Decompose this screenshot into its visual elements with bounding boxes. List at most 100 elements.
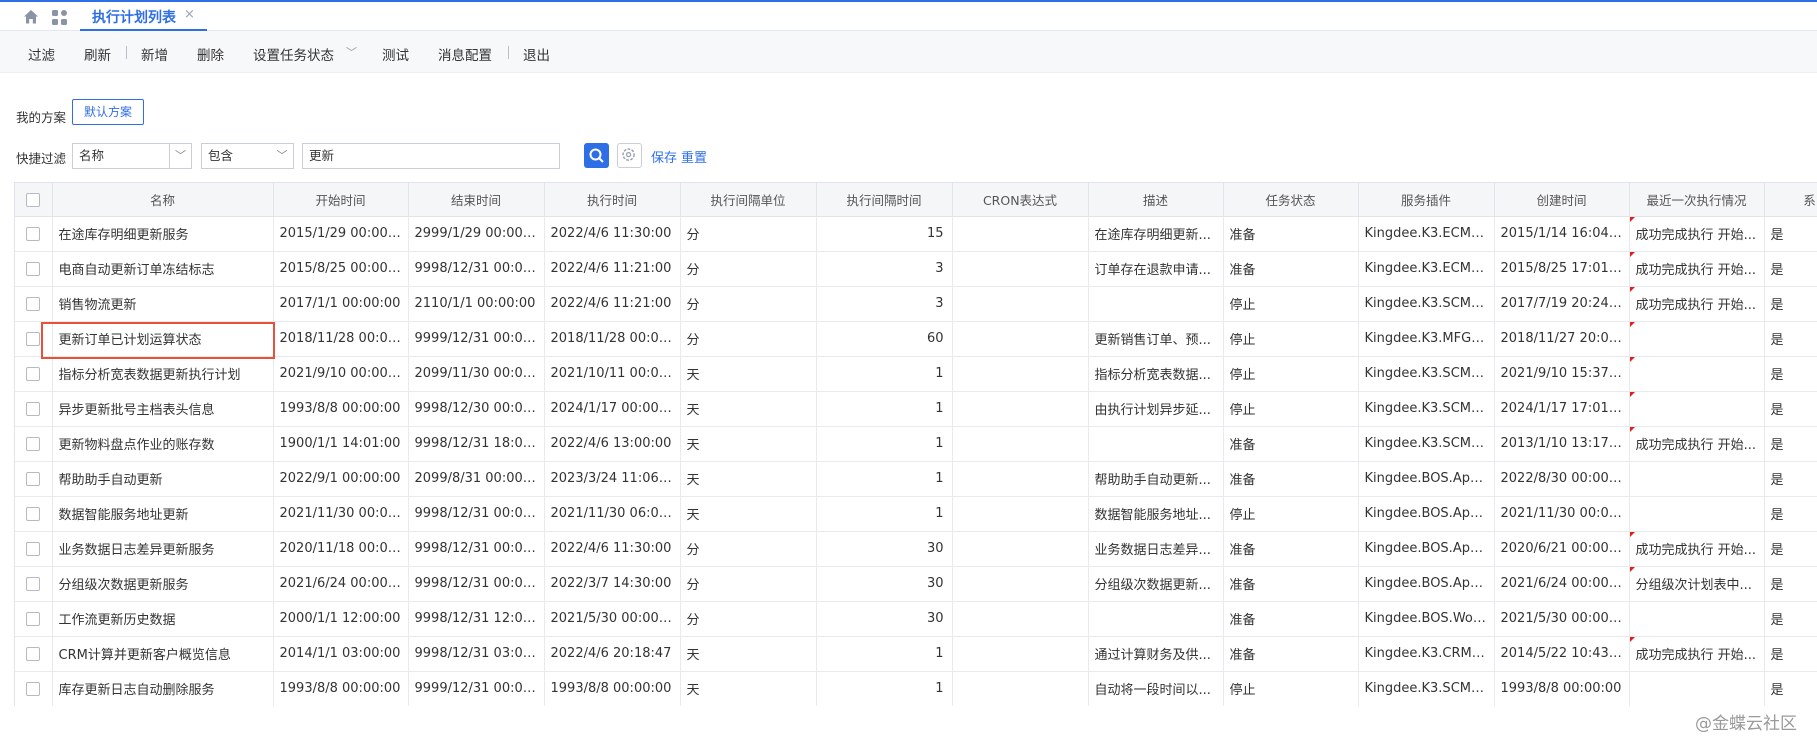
- column-header[interactable]: 执行间隔单位: [680, 183, 817, 217]
- row-checkbox[interactable]: [15, 391, 53, 427]
- table-cell-end: 2110/1/1 00:00:00: [408, 286, 545, 322]
- table-row[interactable]: 数据智能服务地址更新 2021/11/30 00:00:... 9998/12/31…: [15, 496, 1817, 532]
- table-cell-status: 停止: [1223, 286, 1359, 322]
- table-cell-unit: 天: [680, 356, 817, 392]
- table-cell-unit: 分: [680, 566, 817, 602]
- message-config-button[interactable]: 消息配置: [438, 44, 492, 64]
- home-icon[interactable]: [22, 8, 40, 26]
- table-row[interactable]: 帮助助手自动更新 2022/9/1 00:00:00 2099/8/31 00:00…: [15, 461, 1817, 497]
- table-cell-plugin: Kingdee.K3.ECM.A...: [1358, 251, 1495, 287]
- column-header[interactable]: 创建时间: [1494, 183, 1630, 217]
- table-cell-cron: [952, 496, 1089, 532]
- row-checkbox[interactable]: [15, 356, 53, 392]
- row-checkbox[interactable]: [15, 216, 53, 252]
- table-cell-unit: 天: [680, 671, 817, 706]
- tab-bar: 执行计划列表 ×: [0, 0, 1817, 31]
- filter-button[interactable]: 过滤: [28, 44, 55, 64]
- column-header[interactable]: 最近一次执行情况: [1629, 183, 1765, 217]
- column-header[interactable]: CRON表达式: [952, 183, 1089, 217]
- table-row[interactable]: 业务数据日志差异更新服务 2020/11/18 00:00:... 9998/12/…: [15, 531, 1817, 567]
- apps-grid-icon[interactable]: [51, 9, 68, 26]
- table-row[interactable]: 工作流更新历史数据 2000/1/1 12:00:00 9998/12/31 12:…: [15, 601, 1817, 637]
- table-cell-desc: 通过计算财务及供...: [1088, 636, 1224, 672]
- table-cell-unit: 天: [680, 391, 817, 427]
- row-checkbox[interactable]: [15, 531, 53, 567]
- chevron-down-icon[interactable]: ﹀: [271, 144, 293, 168]
- table-cell-name: 库存更新日志自动删除服务: [52, 671, 274, 706]
- table-cell-desc: 指标分析宽表数据...: [1088, 356, 1224, 392]
- chevron-down-icon: ﹀: [346, 46, 357, 59]
- row-checkbox[interactable]: [15, 251, 53, 287]
- column-header[interactable]: 系: [1764, 183, 1817, 217]
- default-scheme-button[interactable]: 默认方案: [72, 99, 144, 125]
- table-cell-interval: 15: [816, 216, 953, 252]
- row-checkbox[interactable]: [15, 636, 53, 672]
- row-checkbox[interactable]: [15, 566, 53, 602]
- row-checkbox[interactable]: [15, 601, 53, 637]
- column-header[interactable]: 描述: [1088, 183, 1224, 217]
- table-row[interactable]: 在途库存明细更新服务 2015/1/29 00:00:00 2999/1/29 00…: [15, 216, 1817, 252]
- refresh-button[interactable]: 刷新: [84, 44, 111, 64]
- table-row[interactable]: 异步更新批号主档表头信息 1993/8/8 00:00:00 9998/12/30 …: [15, 391, 1817, 427]
- table-cell-end: 9998/12/31 18:00:...: [408, 426, 545, 462]
- table-row[interactable]: 更新物料盘点作业的账存数 1900/1/1 14:01:00 9998/12/31 …: [15, 426, 1817, 462]
- table-cell-last: [1629, 671, 1765, 706]
- column-header[interactable]: 结束时间: [408, 183, 545, 217]
- filter-field-select[interactable]: 名称 ﹀: [72, 143, 192, 169]
- table-cell-plugin: Kingdee.BOS.App....: [1358, 496, 1495, 532]
- chevron-down-icon[interactable]: ﹀: [169, 144, 191, 168]
- table-row[interactable]: 库存更新日志自动删除服务 1993/8/8 00:00:00 9999/12/31 …: [15, 671, 1817, 706]
- delete-button[interactable]: 删除: [197, 44, 224, 64]
- filter-settings-button[interactable]: [617, 143, 642, 168]
- row-checkbox[interactable]: [15, 426, 53, 462]
- table-cell-interval: 1: [816, 426, 953, 462]
- table-cell-exec: 2022/3/7 14:30:00: [544, 566, 681, 602]
- add-button[interactable]: 新增: [141, 44, 168, 64]
- close-icon[interactable]: ×: [184, 7, 195, 22]
- column-header[interactable]: 服务插件: [1358, 183, 1495, 217]
- filter-operator-value: 包含: [208, 148, 234, 163]
- table-cell-status: 准备: [1223, 531, 1359, 567]
- table-cell-name: CRM计算并更新客户概览信息: [52, 636, 274, 672]
- column-header[interactable]: 开始时间: [273, 183, 409, 217]
- table-cell-sys: 是: [1764, 461, 1817, 497]
- search-button[interactable]: [584, 143, 609, 168]
- column-header[interactable]: 名称: [52, 183, 274, 217]
- table-cell-cron: [952, 671, 1089, 706]
- select-all-checkbox[interactable]: [15, 183, 53, 217]
- row-checkbox[interactable]: [15, 461, 53, 497]
- table-cell-end: 9998/12/31 00:00:00: [408, 566, 545, 602]
- table-cell-start: 2015/1/29 00:00:00: [273, 216, 409, 252]
- table-row[interactable]: 更新订单已计划运算状态 2018/11/28 00:00:... 9999/12/3…: [15, 321, 1817, 357]
- reset-filter-link[interactable]: 重置: [681, 147, 707, 166]
- column-header[interactable]: 任务状态: [1223, 183, 1359, 217]
- column-header[interactable]: 执行间隔时间: [816, 183, 953, 217]
- save-filter-link[interactable]: 保存: [651, 147, 677, 166]
- row-checkbox[interactable]: [15, 496, 53, 532]
- table-cell-start: 2015/8/25 00:00:00: [273, 251, 409, 287]
- set-task-status-button[interactable]: 设置任务状态: [253, 44, 334, 64]
- filter-operator-select[interactable]: 包含 ﹀: [201, 143, 294, 169]
- table-cell-desc: 更新销售订单、预...: [1088, 321, 1224, 357]
- table-cell-start: 2000/1/1 12:00:00: [273, 601, 409, 637]
- table-cell-last: 成功完成执行 开始...: [1629, 216, 1765, 252]
- row-checkbox[interactable]: [15, 286, 53, 322]
- table-cell-plugin: Kingdee.K3.SCM.A...: [1358, 671, 1495, 706]
- table-cell-name: 异步更新批号主档表头信息: [52, 391, 274, 427]
- tab-execution-plan-list[interactable]: 执行计划列表 ×: [80, 2, 207, 31]
- table-row[interactable]: 销售物流更新 2017/1/1 00:00:00 2110/1/1 00:00:00…: [15, 286, 1817, 322]
- table-row[interactable]: 指标分析宽表数据更新执行计划 2021/9/10 00:00:00 2099/11/…: [15, 356, 1817, 392]
- exit-button[interactable]: 退出: [523, 44, 550, 64]
- row-checkbox[interactable]: [15, 321, 53, 357]
- row-checkbox[interactable]: [15, 671, 53, 706]
- filter-value-input[interactable]: 更新: [302, 143, 560, 169]
- table-row[interactable]: 电商自动更新订单冻结标志 2015/8/25 00:00:00 9998/12/31…: [15, 251, 1817, 287]
- table-cell-created: 2021/11/30 00:00:...: [1494, 496, 1630, 532]
- column-header[interactable]: 执行时间: [544, 183, 681, 217]
- table-cell-created: 2022/8/30 00:00:00: [1494, 461, 1630, 497]
- table-row[interactable]: 分组级次数据更新服务 2021/6/24 00:00:00 9998/12/31 0…: [15, 566, 1817, 602]
- table-cell-status: 准备: [1223, 601, 1359, 637]
- table-cell-created: 2021/6/24 00:00:00: [1494, 566, 1630, 602]
- test-button[interactable]: 测试: [382, 44, 409, 64]
- table-row[interactable]: CRM计算并更新客户概览信息 2014/1/1 03:00:00 9998/12/3…: [15, 636, 1817, 672]
